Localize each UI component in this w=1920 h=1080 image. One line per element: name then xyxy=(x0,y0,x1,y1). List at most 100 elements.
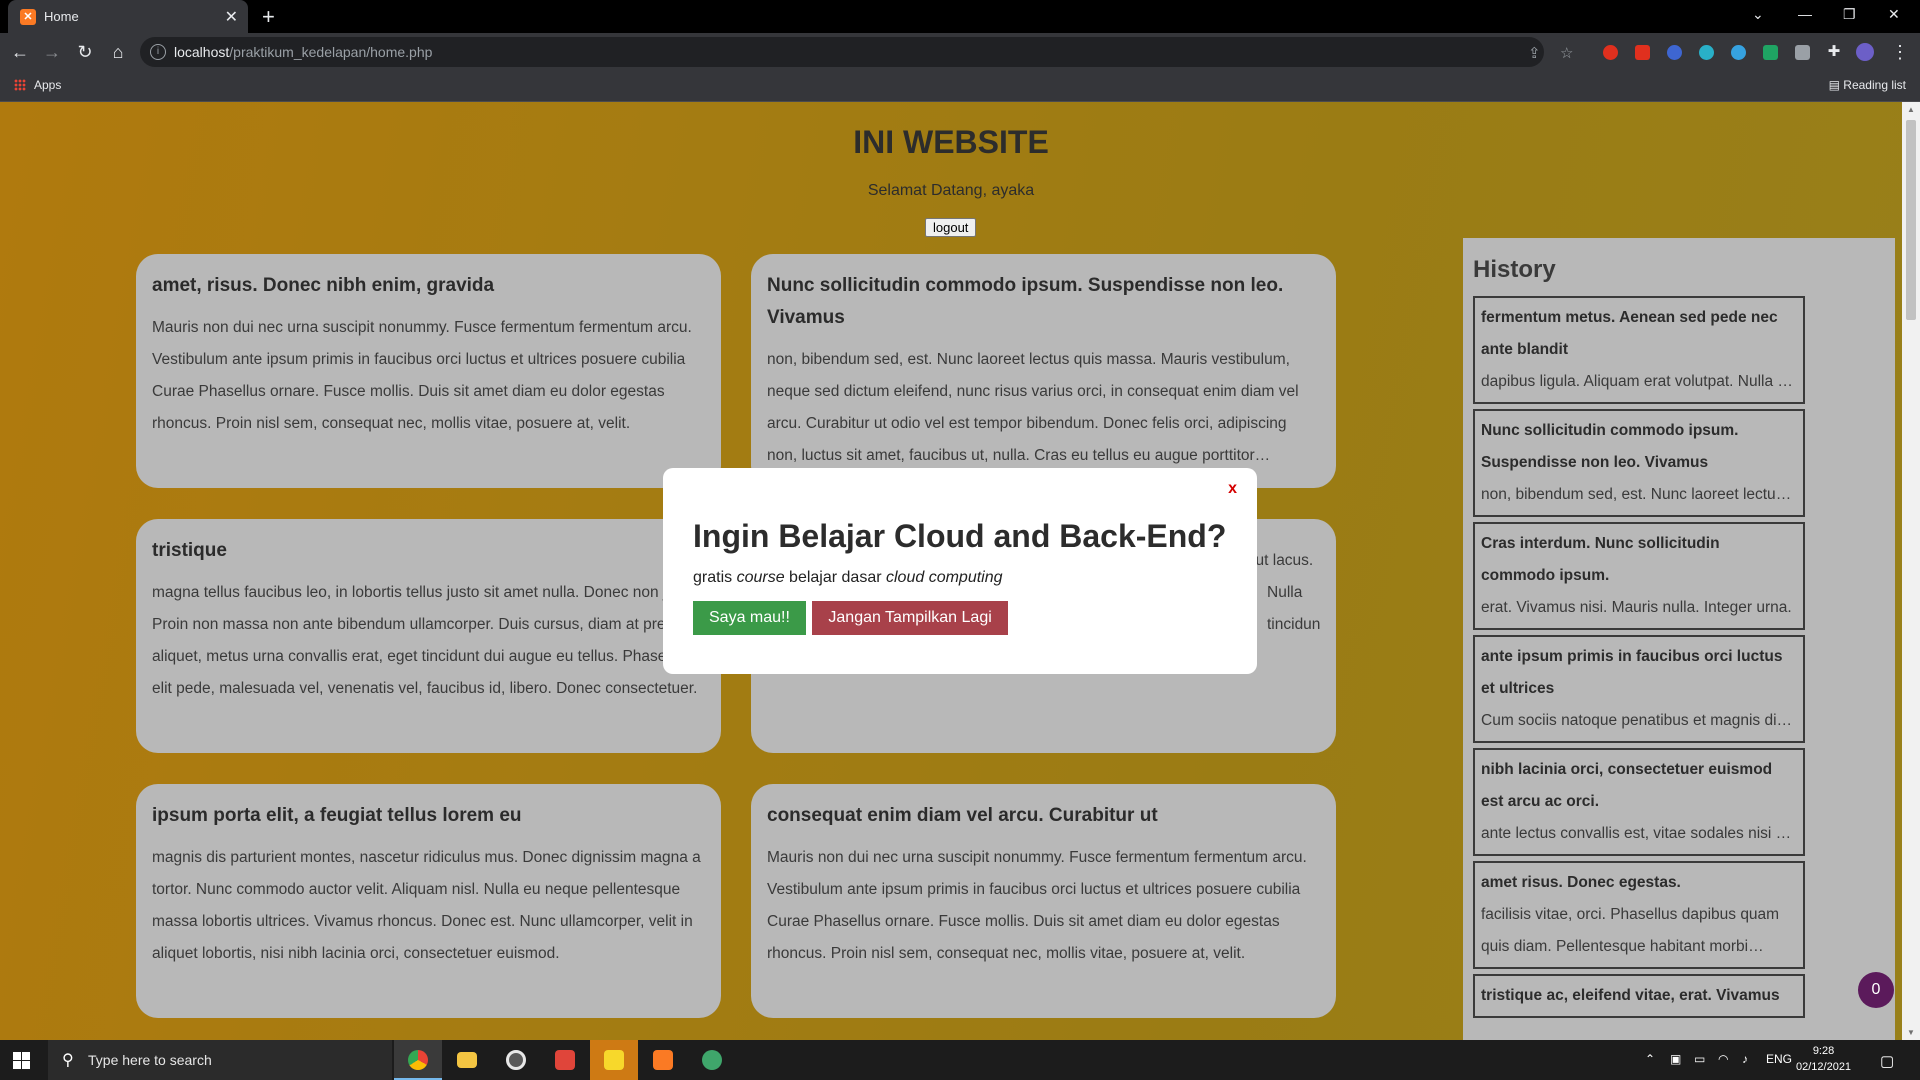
history-item-body: facilisis vitae, orci. Phasellus dapibus… xyxy=(1481,906,1780,955)
card-body: non, bibendum sed, est. Nunc laoreet lec… xyxy=(767,351,1299,464)
extension-3-icon[interactable] xyxy=(1667,45,1682,60)
article-card[interactable]: ipsum porta elit, a feugiat tellus lorem… xyxy=(136,784,721,1018)
history-item-title: ante ipsum primis in faucibus orci luctu… xyxy=(1481,648,1783,697)
browser-tab-home[interactable]: ✕ Home ✕ xyxy=(8,0,248,33)
modal-close-button[interactable]: x xyxy=(1228,480,1237,498)
card-title: consequat enim diam vel arcu. Curabitur … xyxy=(767,805,1158,826)
history-panel: History fermentum metus. Aenean sed pede… xyxy=(1463,238,1895,1040)
scroll-up-icon[interactable]: ▲ xyxy=(1907,105,1915,114)
scroll-down-icon[interactable]: ▼ xyxy=(1907,1028,1915,1037)
accept-button[interactable]: Saya mau!! xyxy=(693,601,806,635)
file-explorer-icon[interactable] xyxy=(443,1040,491,1080)
reading-list-button[interactable]: ▤ Reading list xyxy=(1829,78,1906,92)
welcome-text: Selamat Datang, ayaka xyxy=(867,182,1035,199)
clock-time: 9:28 xyxy=(1812,1045,1835,1057)
network-icon[interactable]: ◠ xyxy=(1718,1052,1728,1066)
history-item-title: tristique ac, eleifend vitae, erat. Viva… xyxy=(1481,987,1780,1004)
windows-taskbar: ⚲ Type here to search ⌃ ▣ ▭ ◠ ♪ ENG 9:28… xyxy=(0,1040,1920,1080)
windows-start-icon[interactable] xyxy=(13,1052,30,1069)
history-item[interactable]: tristique ac, eleifend vitae, erat. Viva… xyxy=(1473,974,1805,1018)
browser-tab-bar: ✕ Home ✕ + ⌄ — ❐ ✕ xyxy=(0,0,1920,33)
history-item[interactable]: fermentum metus. Aenean sed pede nec ant… xyxy=(1473,296,1805,404)
adblock-icon[interactable] xyxy=(1635,45,1650,60)
history-item-title: fermentum metus. Aenean sed pede nec ant… xyxy=(1481,309,1778,358)
history-item-body: Cum sociis natoque penatibus et magnis d… xyxy=(1481,712,1797,729)
article-card[interactable]: consequat enim diam vel arcu. Curabitur … xyxy=(751,784,1336,1018)
url-text: localhost/praktikum_kedelapan/home.php xyxy=(174,44,433,60)
notification-icon[interactable]: ▢ xyxy=(1880,1052,1894,1070)
extension-1-icon[interactable] xyxy=(1603,45,1618,60)
taskbar-clock[interactable]: 9:28 02/12/2021 xyxy=(1796,1043,1851,1075)
taskbar-search-box[interactable]: ⚲ Type here to search xyxy=(48,1040,392,1080)
screenshot-icon[interactable] xyxy=(1795,45,1810,60)
new-tab-icon[interactable]: + xyxy=(262,4,275,30)
minimize-icon[interactable]: — xyxy=(1798,6,1812,22)
web-page: INI WEBSITE Selamat Datang, ayaka logout… xyxy=(0,102,1902,1040)
history-item-body: erat. Vivamus nisi. Mauris nulla. Intege… xyxy=(1481,599,1792,616)
page-title: INI WEBSITE xyxy=(853,124,1049,160)
restore-icon[interactable]: ❐ xyxy=(1843,6,1856,23)
tray-device-icon[interactable]: ▣ xyxy=(1670,1052,1681,1066)
modal-buttons: Saya mau!! Jangan Tampilkan Lagi xyxy=(693,601,1227,635)
history-item-title: nibh lacinia orci, consectetuer euismod … xyxy=(1481,761,1773,810)
apps-shortcut[interactable]: Apps xyxy=(14,78,61,92)
back-icon[interactable]: ← xyxy=(8,41,32,63)
language-indicator[interactable]: ENG xyxy=(1766,1052,1792,1066)
history-item[interactable]: ante ipsum primis in faucibus orci luctu… xyxy=(1473,635,1805,743)
modal-title: Ingin Belajar Cloud and Back-End? xyxy=(693,518,1227,554)
battery-icon[interactable]: ▭ xyxy=(1694,1052,1705,1066)
volume-icon[interactable]: ♪ xyxy=(1742,1052,1748,1066)
clock-date: 02/12/2021 xyxy=(1796,1061,1852,1073)
apps-grid-icon xyxy=(14,79,26,91)
logout-button[interactable]: logout xyxy=(925,218,977,237)
forward-icon[interactable]: → xyxy=(40,41,64,63)
history-heading: History xyxy=(1473,256,1556,283)
history-item[interactable]: amet risus. Donec egestas. facilisis vit… xyxy=(1473,861,1805,969)
bookmark-star-icon[interactable]: ☆ xyxy=(1560,44,1573,62)
history-item-title: Nunc sollicitudin commodo ipsum. Suspend… xyxy=(1481,422,1739,471)
extension-6-icon[interactable] xyxy=(1763,45,1778,60)
card-title: ipsum porta elit, a feugiat tellus lorem… xyxy=(152,805,522,826)
card-body: magna tellus faucibus leo, in lobortis t… xyxy=(152,584,700,697)
atom-taskbar-icon[interactable] xyxy=(688,1040,736,1080)
history-item[interactable]: Cras interdum. Nunc sollicitudin commodo… xyxy=(1473,522,1805,630)
history-item-title: amet risus. Donec egestas. xyxy=(1481,874,1681,891)
search-icon: ⚲ xyxy=(62,1052,74,1069)
media-app-icon[interactable] xyxy=(492,1040,540,1080)
address-bar[interactable]: i localhost/praktikum_kedelapan/home.php… xyxy=(140,37,1573,67)
history-item[interactable]: Nunc sollicitudin commodo ipsum. Suspend… xyxy=(1473,409,1805,517)
dont-show-again-button[interactable]: Jangan Tampilkan Lagi xyxy=(812,601,1008,635)
history-item-body: ante lectus convallis est, vitae sodales… xyxy=(1481,825,1797,842)
site-info-icon[interactable]: i xyxy=(150,44,166,60)
window-close-icon[interactable]: ✕ xyxy=(1888,6,1900,23)
share-icon[interactable]: ⇪ xyxy=(1528,44,1541,62)
article-card[interactable]: tristique magna tellus faucibus leo, in … xyxy=(136,519,721,753)
extensions-puzzle-icon[interactable]: ✚ xyxy=(1822,41,1846,63)
xampp-taskbar-icon[interactable] xyxy=(639,1040,687,1080)
counter-badge[interactable]: 0 xyxy=(1858,972,1894,1008)
article-card[interactable]: amet, risus. Donec nibh enim, gravida Ma… xyxy=(136,254,721,488)
sticky-notes-icon[interactable] xyxy=(590,1040,638,1080)
close-tab-icon[interactable]: ✕ xyxy=(225,7,238,27)
menu-kebab-icon[interactable]: ⋮ xyxy=(1888,41,1912,63)
page-scrollbar[interactable]: ▲ ▼ xyxy=(1902,102,1920,1040)
card-body: Mauris non dui nec urna suscipit nonummy… xyxy=(152,319,692,432)
scrollbar-thumb[interactable] xyxy=(1906,120,1916,320)
card-body: magnis dis parturient montes, nascetur r… xyxy=(152,849,701,962)
extension-5-icon[interactable] xyxy=(1731,45,1746,60)
profile-avatar-icon[interactable] xyxy=(1856,43,1874,61)
tab-search-icon[interactable]: ⌄ xyxy=(1752,6,1764,23)
history-item[interactable]: nibh lacinia orci, consectetuer euismod … xyxy=(1473,748,1805,856)
bookmarks-bar: Apps ▤ Reading list xyxy=(0,71,1920,102)
home-icon[interactable]: ⌂ xyxy=(106,41,130,63)
reload-icon[interactable]: ↻ xyxy=(73,41,97,63)
taskbar-search-placeholder: Type here to search xyxy=(88,1052,212,1068)
extension-4-icon[interactable] xyxy=(1699,45,1714,60)
history-item-body: dapibus ligula. Aliquam erat volutpat. N… xyxy=(1481,373,1797,390)
tray-chevron-icon[interactable]: ⌃ xyxy=(1645,1052,1655,1066)
modal-text: gratis course belajar dasar cloud comput… xyxy=(693,569,1003,586)
promo-modal: x Ingin Belajar Cloud and Back-End? grat… xyxy=(663,468,1257,674)
article-card[interactable]: Nunc sollicitudin commodo ipsum. Suspend… xyxy=(751,254,1336,488)
red-app-icon[interactable] xyxy=(541,1040,589,1080)
chrome-taskbar-icon[interactable] xyxy=(394,1040,442,1080)
